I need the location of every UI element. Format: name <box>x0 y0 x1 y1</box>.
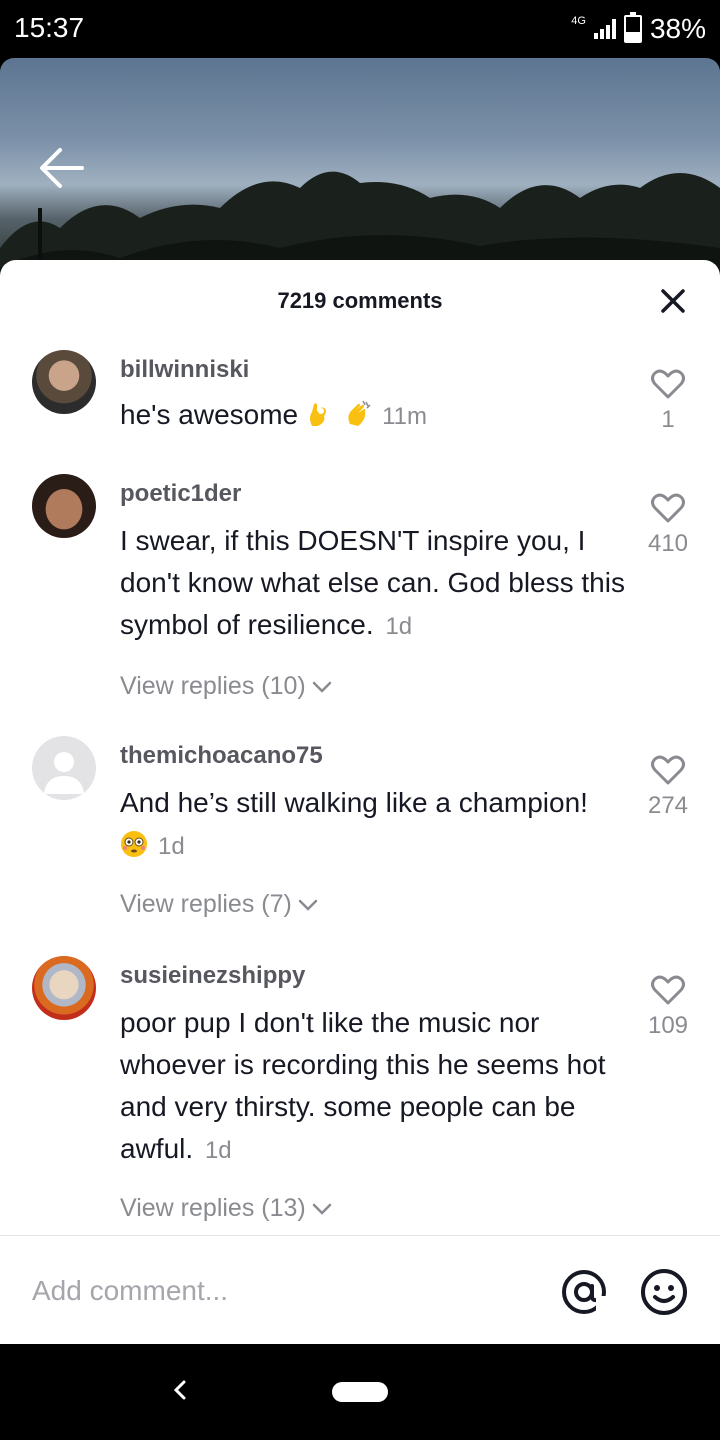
system-nav-bar <box>0 1344 720 1440</box>
username[interactable]: poetic1der <box>120 480 241 508</box>
battery-icon <box>623 12 642 43</box>
heart-icon[interactable] <box>651 754 685 786</box>
like-count: 410 <box>647 530 689 557</box>
comment-time: 11m <box>382 403 428 430</box>
like-count: 274 <box>647 792 689 819</box>
like-count: 109 <box>647 1012 689 1039</box>
chevron-down-icon <box>312 681 331 693</box>
status-time: 15:37 <box>14 12 85 43</box>
sheet-header: 7219 comments <box>0 260 720 344</box>
signal-icon <box>593 19 616 39</box>
comment-time: 1d <box>158 833 185 860</box>
like-column: 274 <box>644 754 692 820</box>
avatar[interactable] <box>32 474 96 538</box>
emoji-smile-icon[interactable] <box>640 1268 688 1316</box>
avatar[interactable] <box>32 350 96 414</box>
view-replies-label: View replies (7) <box>120 890 292 918</box>
comment-time: 1d <box>385 613 413 640</box>
status-bar: 15:37 4G 38% <box>0 0 720 58</box>
like-column: 1 <box>644 368 692 434</box>
view-replies-button[interactable]: View replies (13) <box>120 1194 332 1223</box>
like-column: 109 <box>644 974 692 1040</box>
username[interactable]: themichoacano75 <box>120 742 323 770</box>
heart-icon[interactable] <box>651 368 685 400</box>
comment-body: poor pup I don't like the music nor whoe… <box>120 1007 606 1164</box>
view-replies-button[interactable]: View replies (10) <box>120 672 332 701</box>
clapping-hands-emoji <box>348 400 371 426</box>
chevron-down-icon <box>312 1203 331 1215</box>
view-replies-button[interactable]: View replies (7) <box>120 890 318 919</box>
username[interactable]: susieinezshippy <box>120 962 305 990</box>
avatar[interactable] <box>32 956 96 1020</box>
comment-input-bar <box>0 1235 720 1344</box>
nav-back-icon[interactable] <box>168 1378 192 1402</box>
avatar[interactable] <box>32 736 96 800</box>
comment-body: And he’s still walking like a champion! <box>120 787 588 818</box>
ok-hand-emoji <box>310 403 327 426</box>
comment-text: he's awesome 11m <box>120 394 625 438</box>
comment-body: he's awesome <box>120 399 299 430</box>
view-replies-label: View replies (10) <box>120 672 306 700</box>
comments-count: 7219 comments <box>277 288 443 313</box>
like-column: 410 <box>644 492 692 558</box>
network-type: 4G <box>571 15 586 27</box>
comment-body: I swear, if this DOESN'T inspire you, I … <box>120 525 625 640</box>
username[interactable]: billwinniski <box>120 356 249 384</box>
like-count: 1 <box>661 406 675 433</box>
add-comment-input[interactable] <box>32 1266 512 1316</box>
comment-text: And he’s still walking like a champion! 1… <box>120 782 625 868</box>
default-avatar-icon <box>44 752 84 794</box>
status-icons: 4G 38% <box>571 12 706 46</box>
flushed-face-emoji <box>121 831 147 857</box>
chevron-down-icon <box>298 899 318 911</box>
heart-icon[interactable] <box>651 974 685 1006</box>
nav-home-pill[interactable] <box>332 1382 388 1402</box>
comment-text: I swear, if this DOESN'T inspire you, I … <box>120 520 625 648</box>
comments-sheet: 7219 comments billwinniski he's awesome 1… <box>0 260 720 1344</box>
view-replies-label: View replies (13) <box>120 1194 306 1222</box>
video-background <box>0 58 720 288</box>
comment-time: 1d <box>204 1137 232 1164</box>
back-arrow-icon[interactable] <box>38 146 86 190</box>
battery-percent: 38% <box>649 13 706 44</box>
close-icon[interactable] <box>660 288 686 314</box>
comment-text: poor pup I don't like the music nor whoe… <box>120 1002 625 1172</box>
mention-at-icon[interactable] <box>560 1268 608 1316</box>
heart-icon[interactable] <box>651 492 685 524</box>
